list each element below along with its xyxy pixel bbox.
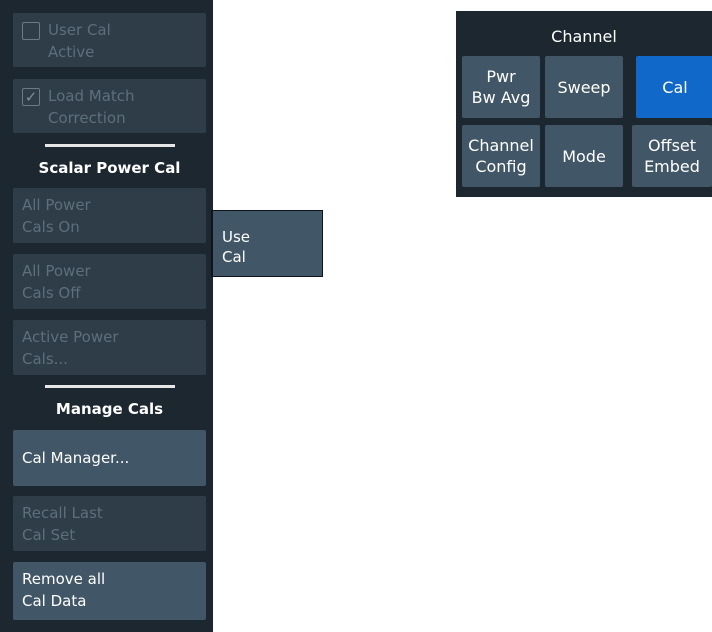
- unchecked-box-icon: [22, 22, 40, 40]
- divider: [45, 385, 175, 388]
- load-match-correction-checkbox[interactable]: ✓ Load Match Correction: [13, 79, 206, 133]
- all-power-cals-on-line1: All Power: [22, 196, 91, 214]
- channel-config-button[interactable]: Channel Config: [462, 125, 540, 187]
- user-cal-active-checkbox[interactable]: User Cal Active: [13, 13, 206, 67]
- channel-group: Channel Pwr Bw Avg Sweep Cal Channel Con…: [456, 11, 712, 197]
- all-power-cals-on-button[interactable]: All Power Cals On: [13, 188, 206, 243]
- recall-last-cal-set-line2: Cal Set: [22, 526, 76, 544]
- channel-group-title: Channel: [551, 27, 617, 46]
- remove-all-cal-data-line2: Cal Data: [22, 592, 87, 610]
- use-cal-line2: Cal: [222, 248, 246, 266]
- remove-all-cal-data-line1: Remove all: [22, 570, 106, 588]
- use-cal-line1: Use: [222, 228, 251, 246]
- cal-manager-label: Cal Manager...: [22, 449, 130, 467]
- sweep-label: Sweep: [557, 77, 611, 97]
- scalar-power-cal-heading: Scalar Power Cal: [38, 159, 181, 177]
- recall-last-cal-set-line1: Recall Last: [22, 504, 103, 522]
- all-power-cals-off-line1: All Power: [22, 262, 91, 280]
- active-power-cals-line2: Cals...: [22, 350, 68, 368]
- all-power-cals-off-button[interactable]: All Power Cals Off: [13, 254, 206, 309]
- recall-last-cal-set-button[interactable]: Recall Last Cal Set: [13, 496, 206, 551]
- cal-label: Cal: [662, 77, 688, 97]
- pwr-bw-avg-line2: Bw Avg: [471, 88, 531, 107]
- cal-button[interactable]: Cal: [636, 56, 712, 118]
- divider: [45, 144, 175, 147]
- active-power-cals-button[interactable]: Active Power Cals...: [13, 320, 206, 375]
- use-cal-button[interactable]: Use Cal: [211, 210, 323, 277]
- cal-softtool-panel: User Cal Active ✓ Load Match Correction …: [0, 0, 213, 632]
- remove-all-cal-data-button[interactable]: Remove all Cal Data: [13, 562, 206, 620]
- cal-manager-button[interactable]: Cal Manager...: [13, 430, 206, 486]
- mode-button[interactable]: Mode: [545, 125, 623, 187]
- manage-cals-heading: Manage Cals: [55, 400, 164, 418]
- mode-label: Mode: [562, 146, 606, 166]
- load-match-correction-line2: Correction: [48, 109, 126, 127]
- user-cal-active-line1: User Cal: [48, 21, 111, 39]
- offset-embed-line1: Offset: [647, 136, 697, 155]
- offset-embed-line2: Embed: [644, 157, 700, 176]
- load-match-correction-line1: Load Match: [48, 87, 135, 105]
- channel-config-line1: Channel: [468, 136, 534, 155]
- pwr-bw-avg-button[interactable]: Pwr Bw Avg: [462, 56, 540, 118]
- active-power-cals-line1: Active Power: [22, 328, 119, 346]
- all-power-cals-on-line2: Cals On: [22, 218, 80, 236]
- channel-config-line2: Config: [475, 157, 527, 176]
- pwr-bw-avg-line1: Pwr: [486, 67, 516, 86]
- user-cal-active-line2: Active: [48, 43, 95, 61]
- checkmark-icon: ✓: [22, 88, 40, 106]
- all-power-cals-off-line2: Cals Off: [22, 284, 81, 302]
- offset-embed-button[interactable]: Offset Embed: [632, 125, 712, 187]
- sweep-button[interactable]: Sweep: [545, 56, 623, 118]
